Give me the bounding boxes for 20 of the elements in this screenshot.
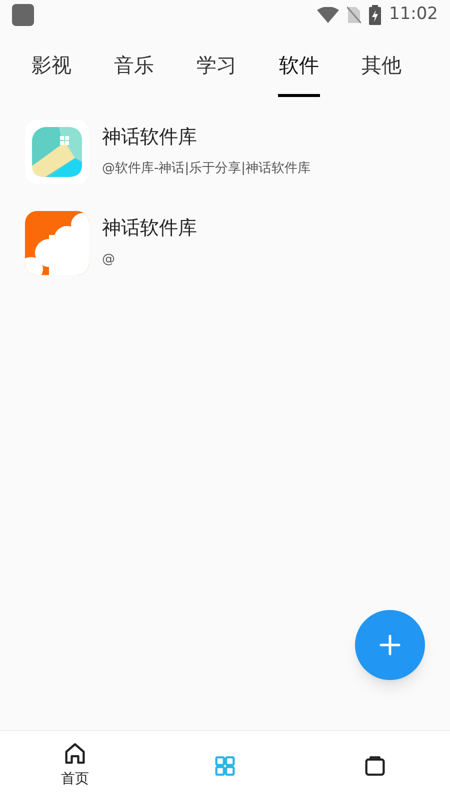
status-time: 11:02 bbox=[389, 3, 438, 26]
app-list-item[interactable]: 神话软件库 @软件库-神话|乐于分享|神话软件库 bbox=[0, 120, 450, 211]
app-list-item[interactable]: 神话软件库 @ bbox=[0, 211, 450, 302]
app-description: @软件库-神话|乐于分享|神话软件库 bbox=[102, 161, 310, 177]
app-icon bbox=[25, 211, 89, 275]
category-tab[interactable]: 音乐 bbox=[92, 30, 175, 100]
category-tab[interactable]: 学习 bbox=[175, 30, 258, 100]
nav-item[interactable]: 首页 bbox=[0, 731, 150, 800]
category-tab[interactable]: 其他 bbox=[340, 30, 422, 100]
wifi-icon bbox=[317, 7, 339, 23]
plus-icon bbox=[379, 634, 401, 656]
category-tab[interactable]: 软件 bbox=[258, 30, 340, 100]
app-notification-icon bbox=[12, 4, 34, 26]
app-title: 神话软件库 bbox=[102, 216, 197, 240]
app-description: @ bbox=[102, 252, 116, 268]
category-tab[interactable]: 影视 bbox=[10, 30, 92, 100]
nav-label: 首页 bbox=[61, 770, 89, 789]
app-title: 神话软件库 bbox=[102, 125, 198, 149]
no-sim-icon bbox=[347, 6, 361, 24]
battery-charging-icon bbox=[369, 5, 381, 25]
